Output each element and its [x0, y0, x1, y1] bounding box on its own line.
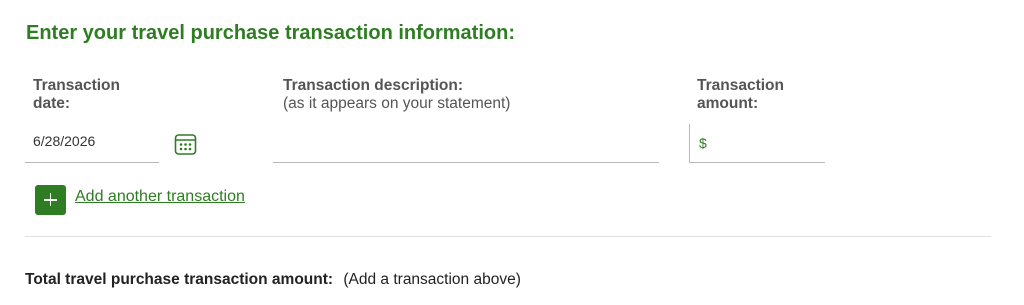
transaction-description-input[interactable] [273, 124, 659, 163]
transaction-amount-label: Transaction amount: [697, 77, 784, 112]
transaction-date-input[interactable] [25, 124, 159, 163]
total-row: Total travel purchase transaction amount… [25, 271, 521, 289]
form-heading: Enter your travel purchase transaction i… [26, 22, 515, 44]
total-label: Total travel purchase transaction amount… [25, 271, 334, 288]
total-value: (Add a transaction above) [343, 271, 521, 288]
transaction-amount-input[interactable] [712, 124, 826, 164]
transaction-description-label-text: Transaction description: [283, 77, 464, 94]
travel-transaction-form: Enter your travel purchase transaction i… [0, 0, 1024, 305]
transaction-description-sublabel: (as it appears on your statement) [283, 95, 511, 112]
add-transaction-link[interactable]: Add another transaction [75, 188, 245, 206]
calendar-icon[interactable] [174, 133, 197, 156]
transaction-date-label: Transaction date: [33, 77, 120, 112]
currency-symbol: $ [699, 135, 707, 151]
add-transaction-button[interactable] [35, 185, 66, 215]
transaction-description-label: Transaction description: (as it appears … [283, 77, 663, 113]
transaction-amount-field: $ [689, 124, 826, 164]
section-divider [25, 236, 991, 237]
